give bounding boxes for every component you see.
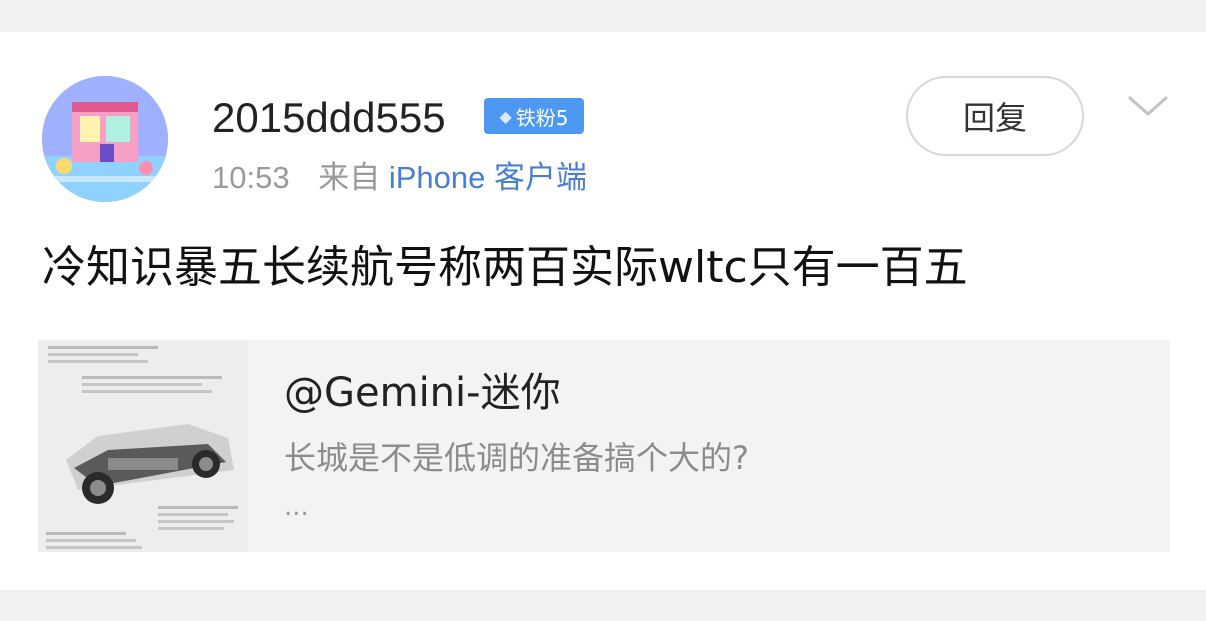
avatar-image: [42, 76, 168, 202]
repost-username[interactable]: @Gemini-迷你: [284, 370, 561, 416]
repost-ellipsis: ...: [284, 492, 309, 522]
car-chassis-image: [38, 340, 248, 552]
bottom-separator: [0, 590, 1206, 621]
badge-label: 铁粉5: [515, 105, 569, 130]
fan-badge[interactable]: ◆ 铁粉5: [484, 98, 584, 134]
diamond-icon: ◆: [499, 106, 512, 126]
repost-thumbnail[interactable]: [38, 340, 248, 552]
avatar[interactable]: [42, 76, 168, 202]
username[interactable]: 2015ddd555: [212, 94, 446, 142]
top-separator: [0, 0, 1206, 32]
repost-text: 长城是不是低调的准备搞个大的?: [284, 439, 749, 477]
reply-button[interactable]: 回复: [906, 76, 1084, 156]
chevron-down-icon[interactable]: [1128, 94, 1168, 118]
post-meta: 10:53 来自 iPhone 客户端: [212, 158, 587, 198]
source-prefix: 来自: [318, 160, 381, 195]
source-client-link[interactable]: iPhone 客户端: [389, 160, 587, 195]
post-content: 冷知识暴五长续航号称两百实际wltc只有一百五: [42, 242, 968, 293]
repost-card[interactable]: @Gemini-迷你 长城是不是低调的准备搞个大的? ...: [38, 340, 1170, 552]
post-time: 10:53: [212, 160, 290, 195]
